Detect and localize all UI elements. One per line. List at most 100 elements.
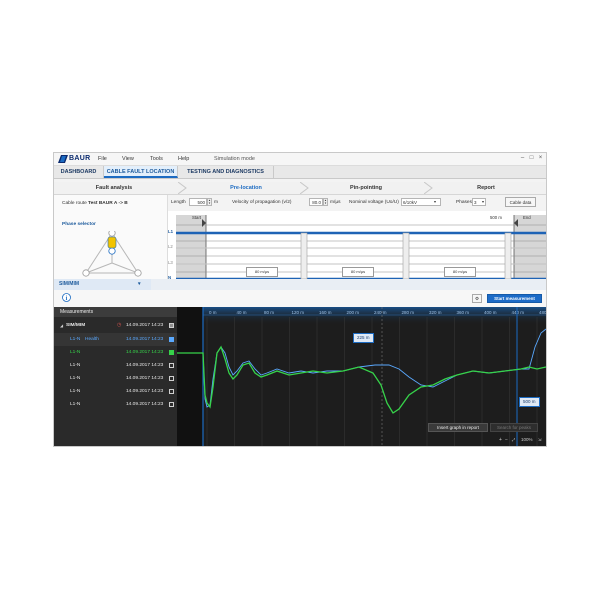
measurement-label: L1-N [70, 363, 81, 368]
phase-l3-node [134, 269, 142, 277]
workflow-steps: Fault analysis Pre-location Pin-pointing… [54, 182, 546, 195]
chevron-right-icon [178, 182, 187, 194]
trace-fault-measurement [177, 345, 546, 414]
cable-data-button[interactable]: Cable data [505, 197, 536, 207]
tick-label: 0 m [209, 310, 217, 315]
measurement-checkbox[interactable] [169, 402, 174, 407]
tick-label: 160 m [319, 310, 332, 315]
settings-gear-icon[interactable]: ⚙ [472, 294, 482, 303]
cursor-label-225[interactable]: 225 m [353, 333, 374, 343]
tab-cable-fault-location[interactable]: CABLE FAULT LOCATION [104, 166, 178, 178]
zoom-level: 100% [521, 437, 533, 442]
close-icon[interactable]: × [537, 155, 544, 162]
vop-input[interactable]: 80.0 [309, 198, 323, 206]
measurement-date: 14.09.2017 14:23 [126, 402, 164, 407]
row-label-l3: L3 [168, 260, 173, 265]
menu-tools[interactable]: Tools [150, 153, 163, 165]
measurement-label: L1-N [70, 376, 81, 381]
tick-label: 360 m [457, 310, 470, 315]
tdr-plot[interactable]: 0 m 40 m 80 m 120 m 160 m 200 m 240 m 280 m 320 … [177, 307, 546, 446]
clock-icon: ◷ [117, 322, 122, 328]
measurement-label: L1-N [70, 389, 81, 394]
measurement-checkbox[interactable] [169, 363, 174, 368]
search-peaks-button[interactable]: Search for peaks [490, 423, 538, 432]
baur-logo: BAUR [58, 155, 90, 163]
tick-label: 40 m [237, 310, 247, 315]
vop-label: Velocity of propagation (v/2) [232, 200, 292, 205]
tick-label: 120 m [292, 310, 305, 315]
simulation-mode-label: Simulation mode [214, 156, 255, 162]
expand-plot-icon[interactable]: ⇲ [538, 437, 541, 442]
step-fault-analysis[interactable]: Fault analysis [64, 182, 164, 194]
tick-label: 240 m [374, 310, 387, 315]
length-label: Length [171, 200, 186, 205]
measurement-row[interactable]: L1-N 14.09.2017 14:23 [54, 372, 177, 385]
segment-speed-label[interactable]: 80 m/µs [342, 267, 374, 277]
measurement-row[interactable]: L1-N Health 14.09.2017 14:23 [54, 333, 177, 346]
measurement-label: L1-N [70, 337, 81, 342]
measurement-toolbar: i ⚙ Start measurement [54, 290, 546, 307]
step-pre-location[interactable]: Pre-location [194, 182, 298, 194]
zoom-in-icon[interactable]: + [499, 437, 502, 443]
menu-view[interactable]: View [122, 153, 134, 165]
measurement-date: 14.09.2017 14:23 [126, 376, 164, 381]
measurement-date: 14.09.2017 14:23 [126, 389, 164, 394]
length-stepper[interactable]: ▴ ▾ [207, 198, 212, 206]
segment-speed-label[interactable]: 80 m/µs [246, 267, 278, 277]
menu-help[interactable]: Help [178, 153, 189, 165]
tick-label: 440 m [512, 310, 525, 315]
measurement-row[interactable]: L1-N 14.09.2017 14:23 [54, 359, 177, 372]
phase-selector-diagram[interactable] [82, 231, 142, 277]
vop-stepper[interactable]: ▴ ▾ [323, 198, 328, 206]
measurement-checkbox[interactable] [169, 376, 174, 381]
menu-bar: BAUR File View Tools Help Simulation mod… [54, 153, 546, 166]
measurement-group-date: 14.09.2017 14:23 [126, 323, 164, 328]
tick-label: 80 m [264, 310, 274, 315]
length-unit: m [214, 200, 218, 205]
minimize-icon[interactable]: – [519, 155, 526, 162]
measurement-checkbox[interactable] [169, 337, 174, 342]
menu-file[interactable]: File [98, 153, 107, 165]
cable-route-value: Test BAUR A -> B [88, 201, 128, 206]
segment-speed-label[interactable]: 80 m/µs [444, 267, 476, 277]
logo-text: BAUR [69, 155, 91, 162]
measurement-tag: Health [85, 337, 99, 342]
step-pin-pointing[interactable]: Pin-pointing [316, 182, 416, 194]
tick-label: 200 m [347, 310, 360, 315]
tab-dashboard[interactable]: DASHBOARD [54, 166, 104, 178]
measurement-date: 14.09.2017 14:23 [126, 337, 164, 342]
ruler-start-label: Start [192, 215, 202, 220]
tab-testing-and-diagnostics[interactable]: TESTING AND DIAGNOSTICS [178, 166, 274, 178]
length-input[interactable]: 500 [189, 198, 207, 206]
start-measurement-button[interactable]: Start measurement [487, 294, 542, 303]
cable-ruler: Start End 500 m L1 L2 L3 N 80 m/µs 80 m/… [168, 211, 546, 280]
measurement-checkbox[interactable] [169, 350, 174, 355]
fit-view-icon[interactable]: ⤢ [512, 437, 515, 442]
cursor-2-value: 500 m [523, 399, 536, 404]
info-icon[interactable]: i [62, 293, 71, 302]
tick-label: 320 m [429, 310, 442, 315]
cursor-label-500[interactable]: 500 m [519, 397, 540, 407]
measurement-checkbox[interactable] [169, 389, 174, 394]
measurement-row[interactable]: L1-N 14.09.2017 14:23 [54, 398, 177, 411]
zoom-out-icon[interactable]: − [505, 437, 508, 443]
ruler-end-distance: 500 m [490, 215, 502, 220]
group-checkbox[interactable] [169, 323, 174, 328]
tick-label: 480 m [539, 310, 546, 315]
phases-label: Phases [456, 200, 472, 205]
vop-unit: m/µs [330, 200, 341, 205]
row-label-l2: L2 [168, 244, 173, 249]
measurement-group[interactable]: ◢ SIM/MIM ◷ 14.09.2017 14:23 [54, 319, 177, 332]
row-label-l1: L1 [168, 229, 174, 234]
measurement-row[interactable]: L1-N 14.09.2017 14:23 [54, 385, 177, 398]
app-window: BAUR File View Tools Help Simulation mod… [53, 152, 547, 447]
insert-graph-button[interactable]: Insert graph in report [428, 423, 488, 432]
expand-icon[interactable]: ◢ [60, 319, 63, 332]
sim-mim-tab-label: SIM/MIM [59, 281, 79, 287]
step-report[interactable]: Report [436, 182, 536, 194]
measurement-label: L1-N [70, 350, 81, 355]
tab-sim-mim[interactable]: SIM/MIM ▾ [54, 279, 151, 290]
maximize-icon[interactable]: □ [528, 155, 535, 162]
measurement-row[interactable]: L1-N 14.09.2017 14:23 [54, 346, 177, 359]
phase-n-node [108, 247, 116, 255]
